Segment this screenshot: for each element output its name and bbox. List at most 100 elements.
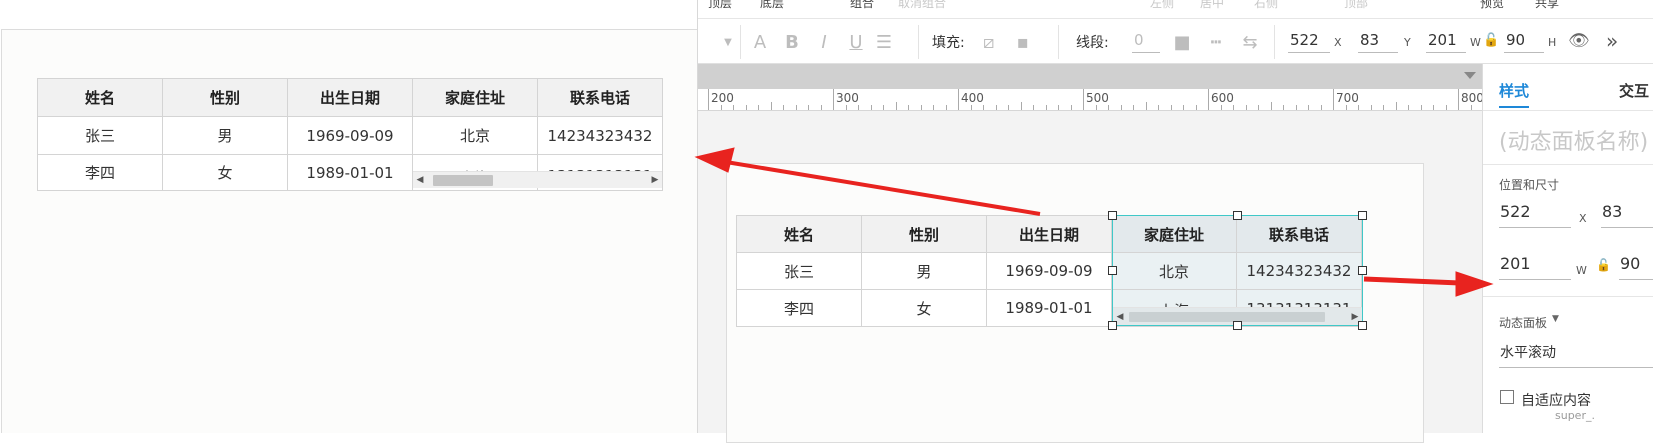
x-input[interactable]: 522 (1288, 31, 1330, 53)
ruler-major-tick (708, 89, 709, 110)
dynamic-panel-selection[interactable] (1108, 211, 1367, 330)
stroke-width-input[interactable]: 0 (1132, 31, 1160, 53)
ruler-major-tick (958, 89, 959, 110)
ruler-minor-tick (1120, 105, 1122, 110)
panel-w-axis-label: W (1576, 264, 1587, 277)
resize-handle[interactable] (1358, 211, 1367, 220)
cell: 张三 (37, 116, 163, 155)
cell: 北京 (412, 116, 538, 155)
resize-handle[interactable] (1233, 211, 1242, 220)
resize-handle[interactable] (1108, 211, 1117, 220)
dropdown-icon[interactable]: ▼ (716, 37, 740, 48)
more-icon[interactable]: » (1606, 29, 1618, 53)
ruler-minor-tick (945, 105, 947, 110)
panel-h-input[interactable]: 90 (1619, 254, 1653, 280)
ruler-minor-tick (770, 102, 772, 110)
ruler-tick-label: 700 (1336, 91, 1359, 105)
w-axis-label: W (1470, 36, 1481, 49)
stroke-arrow-icon[interactable]: ⇆ (1238, 32, 1262, 53)
ruler-minor-tick (720, 105, 722, 110)
header-phone: 联系电话 (537, 78, 663, 117)
preview-horizontal-scrollbar[interactable]: ◀ ▶ (413, 171, 662, 188)
ruler-minor-tick (1283, 105, 1284, 110)
eye-icon[interactable]: 👁 (1568, 31, 1590, 51)
watermark: super_. (1555, 409, 1595, 422)
menu-bring-front[interactable]: 顶层 (708, 0, 732, 11)
caret-down-icon[interactable] (1464, 72, 1476, 79)
menu-align-left[interactable]: 左侧 (1150, 0, 1174, 11)
ruler-minor-tick (1108, 105, 1109, 110)
h-input[interactable]: 90 (1504, 31, 1544, 53)
ruler-minor-tick (1395, 102, 1397, 110)
ruler-minor-tick (1033, 105, 1034, 110)
menu-align-right[interactable]: 右侧 (1254, 0, 1278, 11)
ruler-minor-tick (1008, 105, 1009, 110)
menu-send-back[interactable]: 底层 (760, 0, 784, 11)
ruler-minor-tick (733, 105, 734, 110)
ruler-minor-tick (1308, 105, 1309, 110)
tab-interaction[interactable]: 交互 (1619, 80, 1649, 101)
panel-name-input[interactable]: (动态面板名称) (1499, 124, 1648, 156)
resize-handle[interactable] (1108, 266, 1117, 275)
chevron-down-icon[interactable]: ▼ (1552, 314, 1559, 324)
panel-w-input[interactable]: 201 (1499, 254, 1571, 280)
scroll-right-icon[interactable]: ▶ (648, 172, 662, 188)
header-birthdate: 出生日期 (986, 215, 1112, 253)
ruler-major-tick (1458, 89, 1459, 110)
ruler-tick-label: 600 (1211, 91, 1234, 105)
header-address: 家庭住址 (412, 78, 538, 117)
ruler-minor-tick (1158, 105, 1159, 110)
divider (1483, 296, 1653, 297)
fill-none-icon[interactable]: ⧄ (977, 32, 1001, 53)
font-color-icon[interactable]: A (748, 32, 772, 53)
stroke-color-icon[interactable]: ■ (1170, 32, 1194, 53)
stroke-dash-icon[interactable]: ┅ (1204, 32, 1228, 53)
cell: 李四 (37, 154, 163, 191)
ruler-minor-tick (1295, 105, 1297, 110)
ruler-minor-tick (1145, 102, 1147, 110)
ruler-minor-tick (1433, 105, 1434, 110)
tab-style[interactable]: 样式 (1499, 80, 1529, 101)
menu-ungroup[interactable]: 取消组合 (898, 0, 946, 11)
scroll-left-icon[interactable]: ◀ (413, 172, 427, 188)
resize-handle[interactable] (1358, 266, 1367, 275)
menu-group[interactable]: 组合 (850, 0, 874, 11)
resize-handle[interactable] (1233, 321, 1242, 330)
menu-preview[interactable]: 预览 (1480, 0, 1504, 11)
scroll-mode-select[interactable]: 水平滚动 (1499, 342, 1653, 368)
ruler-major-tick (1208, 89, 1209, 110)
ruler-minor-tick (1058, 105, 1059, 110)
y-input[interactable]: 83 (1358, 31, 1398, 53)
panel-y-input[interactable]: 83 (1601, 202, 1653, 228)
underline-icon[interactable]: U (844, 32, 868, 53)
list-icon[interactable]: ☰ (872, 32, 896, 53)
resize-handle[interactable] (1358, 321, 1367, 330)
lock-icon[interactable]: 🔓 (1483, 33, 1499, 48)
cell: 1989-01-01 (287, 154, 413, 191)
x-axis-label: X (1334, 36, 1342, 49)
italic-icon[interactable]: I (812, 32, 836, 53)
ruler-major-tick (1083, 89, 1084, 110)
menu-align-center[interactable]: 居中 (1200, 0, 1224, 11)
ruler-minor-tick (1420, 105, 1422, 110)
menu-share[interactable]: 共享 (1535, 0, 1559, 11)
scroll-thumb[interactable] (433, 175, 493, 186)
header-gender: 性别 (162, 78, 288, 117)
ruler-minor-tick (1095, 105, 1097, 110)
lock-icon[interactable]: 🔓 (1596, 258, 1611, 272)
ruler-tick-label: 300 (836, 91, 859, 105)
toolbar-separator (740, 25, 741, 59)
ruler-minor-tick (858, 105, 859, 110)
ruler-minor-tick (1320, 105, 1322, 110)
ruler-tick-label: 400 (961, 91, 984, 105)
resize-handle[interactable] (1108, 321, 1117, 330)
panel-x-input[interactable]: 522 (1499, 202, 1571, 228)
bold-icon[interactable]: B (780, 32, 804, 53)
ruler-minor-tick (1370, 105, 1372, 110)
fill-shadow-icon[interactable]: ▪ (1011, 32, 1035, 53)
w-input[interactable]: 201 (1426, 31, 1466, 53)
auto-fit-checkbox[interactable] (1500, 390, 1514, 404)
menu-align-top[interactable]: 顶部 (1344, 0, 1368, 11)
cell: 1989-01-01 (986, 289, 1112, 327)
ruler-tick-label: 800 (1461, 91, 1482, 105)
